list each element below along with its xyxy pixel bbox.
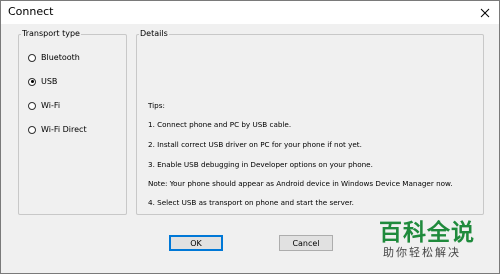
radio-wifi-direct[interactable]: Wi-Fi Direct [28,125,87,134]
details-legend: Details [140,29,168,38]
watermark-main-text: 百科全说 [379,220,475,246]
radio-label-wifi-direct: Wi-Fi Direct [41,125,87,134]
ok-button[interactable]: OK [169,235,223,251]
tips-heading: Tips: [148,101,165,110]
cancel-button[interactable]: Cancel [279,235,333,251]
tip-line-4: 4. Select USB as transport on phone and … [148,198,354,207]
radio-bluetooth[interactable]: Bluetooth [28,53,80,62]
close-button[interactable] [471,1,499,24]
radio-label-wifi: Wi-Fi [41,101,61,110]
tip-line-2: 2. Install correct USB driver on PC for … [148,140,362,149]
radio-button[interactable] [28,125,36,134]
radio-label-bluetooth: Bluetooth [41,53,80,62]
close-icon [480,8,490,17]
window-title: Connect [8,5,54,18]
tip-line-1: 1. Connect phone and PC by USB cable. [148,120,292,129]
details-group: Details Tips: 1. Connect phone and PC by… [136,29,484,215]
connect-dialog: Connect Transport type Bluetooth USB Wi-… [0,0,500,274]
tip-line-3: 3. Enable USB debugging in Developer opt… [148,160,373,169]
radio-button[interactable] [28,101,36,110]
transport-type-legend: Transport type [22,29,80,38]
transport-type-group: Transport type Bluetooth USB Wi-Fi Wi-Fi… [18,29,127,215]
radio-label-usb: USB [41,77,58,86]
watermark-logo: 百科全说 助你轻松解决 [369,213,491,268]
tip-note: Note: Your phone should appear as Androi… [148,179,453,188]
radio-usb[interactable]: USB [28,77,57,86]
radio-wifi[interactable]: Wi-Fi [28,101,60,110]
title-bar[interactable]: Connect [1,1,499,24]
radio-button[interactable] [28,53,36,62]
watermark-sub-text: 助你轻松解决 [383,246,461,259]
radio-button-checked[interactable] [28,77,36,86]
